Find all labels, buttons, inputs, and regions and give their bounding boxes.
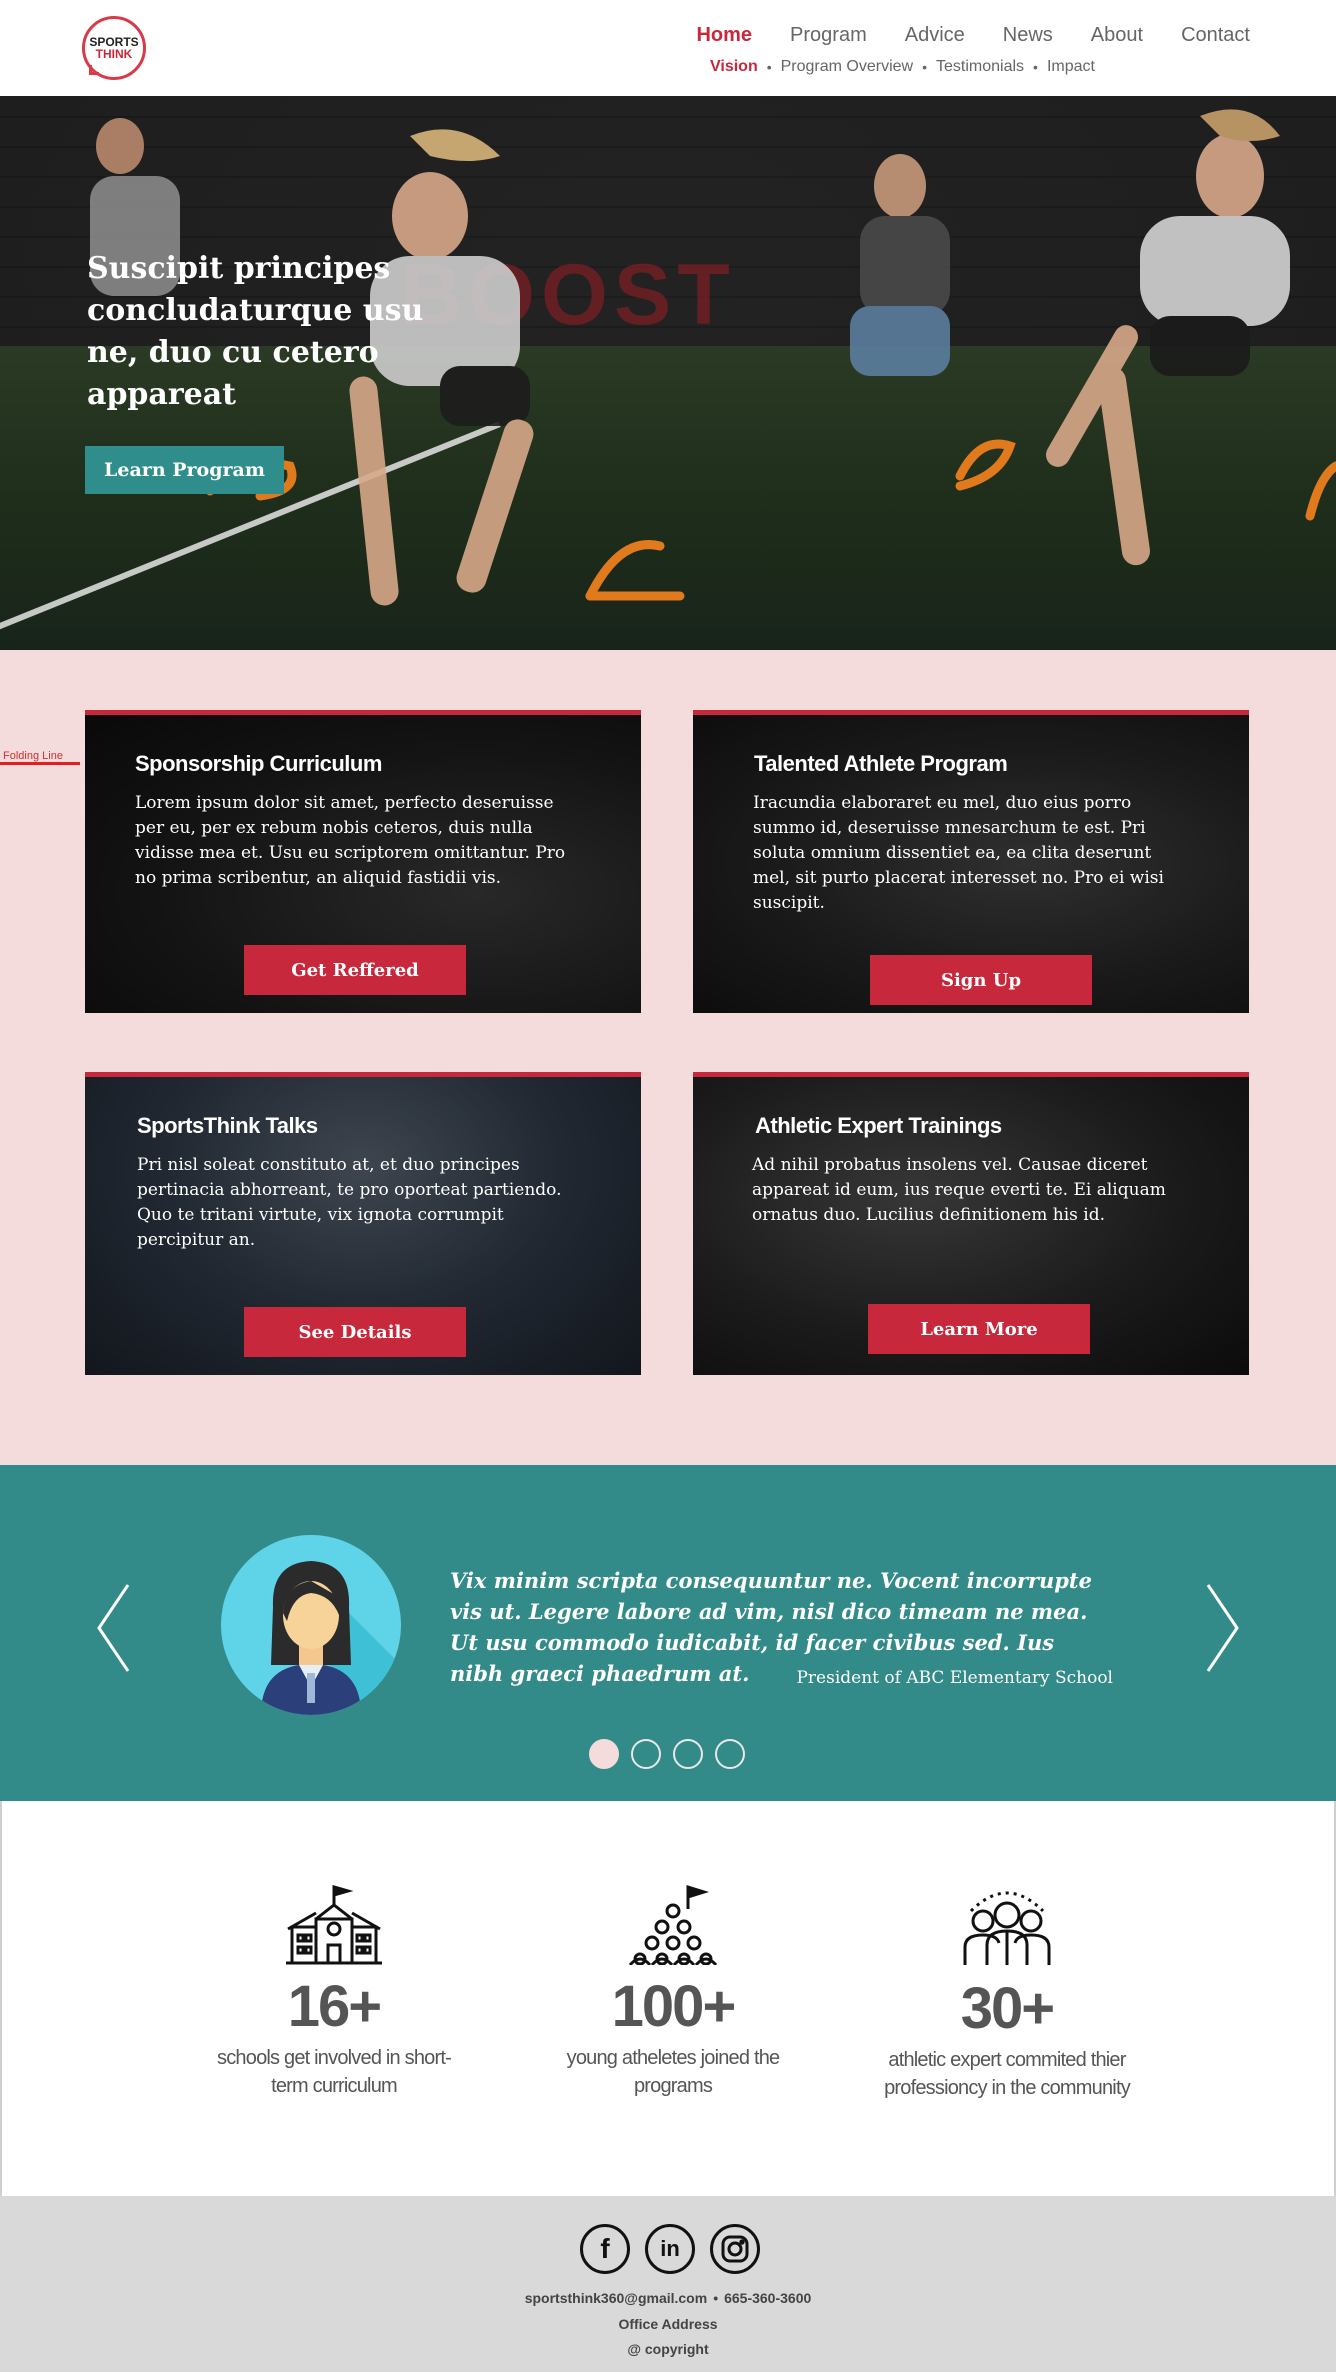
nav-contact[interactable]: Contact: [1181, 24, 1250, 47]
footer-copyright: @ copyright: [627, 2341, 709, 2357]
nav-news[interactable]: News: [1003, 24, 1053, 47]
footer-email[interactable]: sportsthink360@gmail.com: [525, 2290, 707, 2306]
nav-home[interactable]: Home: [696, 24, 752, 47]
footer-address: Office Address: [618, 2316, 718, 2332]
learn-more-button[interactable]: Learn More: [868, 1304, 1090, 1354]
subnav-testimonials[interactable]: Testimonials: [936, 58, 1024, 76]
subnav-program-overview[interactable]: Program Overview: [781, 58, 913, 76]
program-card-expert-trainings: Athletic Expert Trainings Ad nihil proba…: [693, 1072, 1249, 1375]
stat-number: 16+: [287, 1974, 382, 2039]
footer-phone[interactable]: 665-360-3600: [724, 2290, 811, 2306]
see-details-button[interactable]: See Details: [244, 1307, 466, 1357]
sub-nav: Vision • Program Overview • Testimonials…: [710, 58, 1095, 76]
card-text: Pri nisl soleat constituto at, et duo pr…: [137, 1155, 562, 1250]
program-card-talks: SportsThink Talks Pri nisl soleat consti…: [85, 1072, 641, 1375]
stat-athletes: 100+ young atheletes joined the programs: [551, 1883, 795, 2100]
carousel-dot-2[interactable]: [631, 1739, 661, 1769]
card-text: Ad nihil probatus insolens vel. Causae d…: [752, 1155, 1166, 1225]
chevron-left-icon[interactable]: [95, 1583, 131, 1673]
testimonial-author: President of ABC Elementary School: [796, 1668, 1113, 1688]
logo-text-think: THINK: [95, 47, 133, 61]
nav-program[interactable]: Program: [790, 24, 867, 47]
card-text: Lorem ipsum dolor sit amet, perfecto des…: [135, 793, 566, 888]
hero-title: Suscipit principes concludaturque usu ne…: [87, 251, 424, 412]
site-footer: f in sportsthink360@gmail.com • 665-360-36…: [0, 2196, 1336, 2372]
subnav-separator: •: [922, 59, 928, 75]
stat-number: 100+: [611, 1974, 737, 2039]
chevron-right-icon[interactable]: [1205, 1583, 1241, 1673]
expert-group-icon: [963, 1891, 1051, 1965]
carousel-dot-4[interactable]: [715, 1739, 745, 1769]
card-title: SportsThink Talks: [137, 1113, 318, 1138]
carousel-dot-3[interactable]: [673, 1739, 703, 1769]
carousel-pagination: [589, 1739, 745, 1769]
stat-label: schools get involved in short-term curri…: [217, 2047, 452, 2097]
program-card-sponsorship: Sponsorship Curriculum Lorem ipsum dolor…: [85, 710, 641, 1013]
woman-avatar-icon: [221, 1535, 401, 1715]
impact-stats: 16+ schools get involved in short-term c…: [0, 1801, 1336, 2196]
folding-line-marker: Folding Line: [0, 746, 80, 765]
school-icon: [286, 1885, 382, 1965]
folding-line: [0, 762, 80, 765]
stat-label: athletic expert commited thier professio…: [884, 2049, 1131, 2099]
subnav-impact[interactable]: Impact: [1047, 58, 1095, 76]
nav-advice[interactable]: Advice: [905, 24, 965, 47]
card-title: Sponsorship Curriculum: [135, 751, 382, 776]
folding-line-label: Folding Line: [3, 750, 63, 762]
subnav-separator: •: [766, 59, 772, 75]
testimonial-carousel: Vix minim scripta consequuntur ne. Vocen…: [0, 1465, 1336, 1801]
main-nav: Home Program Advice News About Contact: [658, 24, 1250, 47]
instagram-icon[interactable]: [710, 2224, 760, 2274]
program-card-talented-athlete: Talented Athlete Program Iracundia elabo…: [693, 710, 1249, 1013]
logo[interactable]: SPORTS THINK: [82, 16, 146, 80]
stat-schools: 16+ schools get involved in short-term c…: [202, 1883, 466, 2100]
learn-program-button[interactable]: Learn Program: [85, 446, 284, 494]
logo-arrow-icon: [89, 65, 99, 75]
programs-section: Folding Line Sponsorship Curriculum Lore…: [0, 650, 1336, 1465]
card-title: Talented Athlete Program: [754, 751, 1008, 776]
team-pyramid-icon: [628, 1884, 718, 1965]
stat-label: young atheletes joined the programs: [566, 2047, 781, 2097]
get-reffered-button[interactable]: Get Reffered: [244, 945, 466, 995]
card-text: Iracundia elaboraret eu mel, duo eius po…: [753, 793, 1164, 913]
carousel-dot-1[interactable]: [589, 1739, 619, 1769]
site-header: SPORTS THINK Home Program Advice News Ab…: [0, 0, 1336, 96]
stat-number: 30+: [960, 1976, 1055, 2041]
footer-contact: sportsthink360@gmail.com • 665-360-3600: [0, 2290, 1336, 2306]
stat-experts: 30+ athletic expert commited thier profe…: [882, 1881, 1132, 2102]
linkedin-icon[interactable]: in: [645, 2224, 695, 2274]
social-links: f in: [580, 2224, 760, 2274]
sign-up-button[interactable]: Sign Up: [870, 955, 1092, 1005]
avatar: [221, 1535, 401, 1715]
card-title: Athletic Expert Trainings: [755, 1113, 1002, 1138]
hero-banner: BOOST Suscipit principes concludaturque …: [0, 96, 1336, 650]
nav-about[interactable]: About: [1091, 24, 1143, 47]
subnav-vision[interactable]: Vision: [710, 58, 758, 76]
footer-separator: •: [713, 2290, 719, 2306]
facebook-icon[interactable]: f: [580, 2224, 630, 2274]
subnav-separator: •: [1033, 59, 1038, 75]
